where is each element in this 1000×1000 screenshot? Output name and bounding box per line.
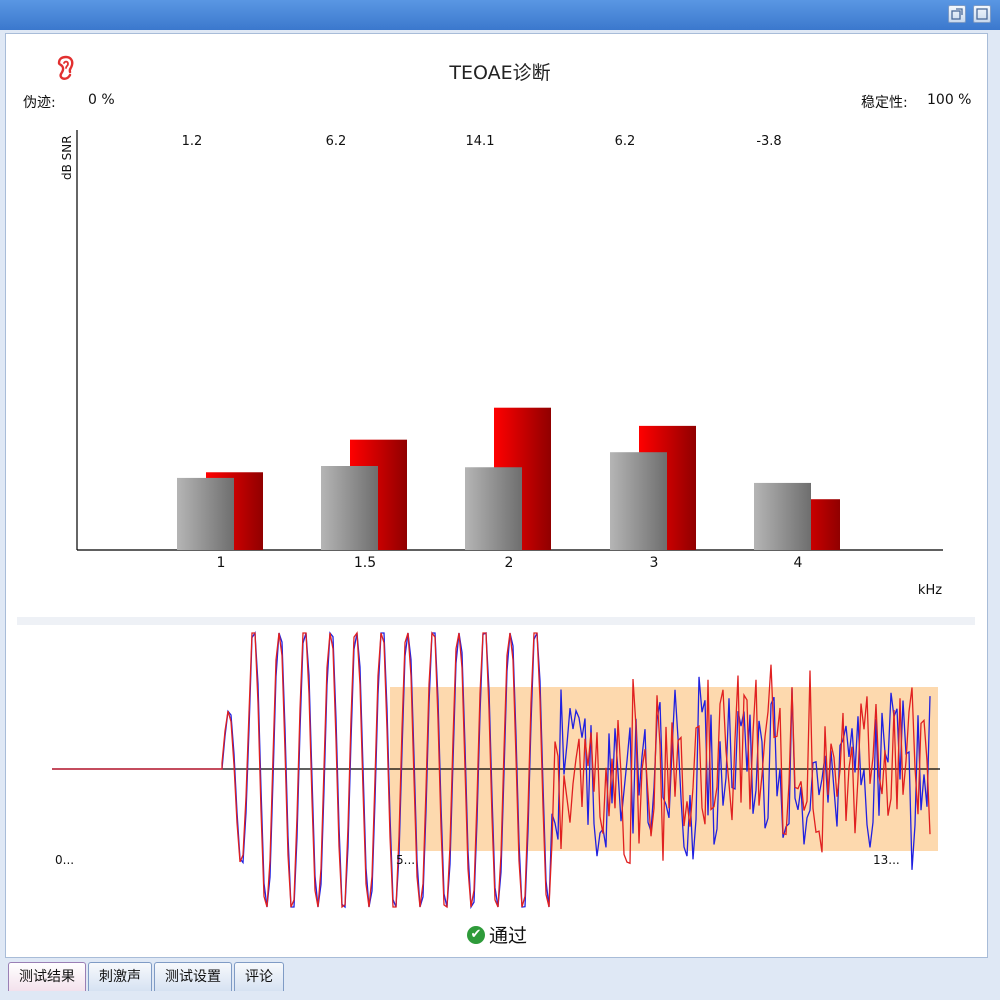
check-icon: ✔ [467,925,485,944]
snr-value-label: 14.1 [466,134,495,149]
tab-test-settings[interactable]: 测试设置 [154,962,232,991]
snr-value-label: 1.2 [182,134,203,149]
x-tick-label: 2 [505,555,514,571]
time-tick-label: 0... [55,853,74,867]
bar-gray-1 [177,477,234,550]
y-axis-label: dB SNR [60,135,74,180]
snr-value-label: -3.8 [756,134,781,149]
x-tick-label: 3 [650,555,659,571]
time-tick-label: 5... [396,853,415,867]
waveform-plot: 0... 5... 13... [52,630,940,910]
bar-gray-4 [754,482,811,550]
x-tick-label: 4 [794,555,803,571]
snr-bar-chart: dB SNR kHz 1 1.2 1.5 6.2 2 14.1 3 6.2 4 -3.8 [60,130,943,598]
waveform-panel: 0... 5... 13... [22,625,972,915]
snr-value-label: 6.2 [326,134,347,149]
x-tick-label: 1 [217,555,226,571]
x-axis-label: kHz [918,583,942,598]
result-status: ✔ 通过 [467,921,527,948]
tab-stimulus[interactable]: 刺激声 [88,962,152,991]
bar-gray-2 [465,467,522,550]
time-tick-label: 13... [873,853,900,867]
bar-gray-1.5 [321,466,378,550]
bottom-tab-bar: 测试结果 刺激声 测试设置 评论 [8,962,286,992]
bar-gray-3 [610,452,667,550]
snr-value-label: 6.2 [615,134,636,149]
tab-test-results[interactable]: 测试结果 [8,962,86,991]
tab-comments[interactable]: 评论 [234,962,284,991]
x-tick-label: 1.5 [354,555,376,571]
result-status-text: 通过 [489,925,528,947]
